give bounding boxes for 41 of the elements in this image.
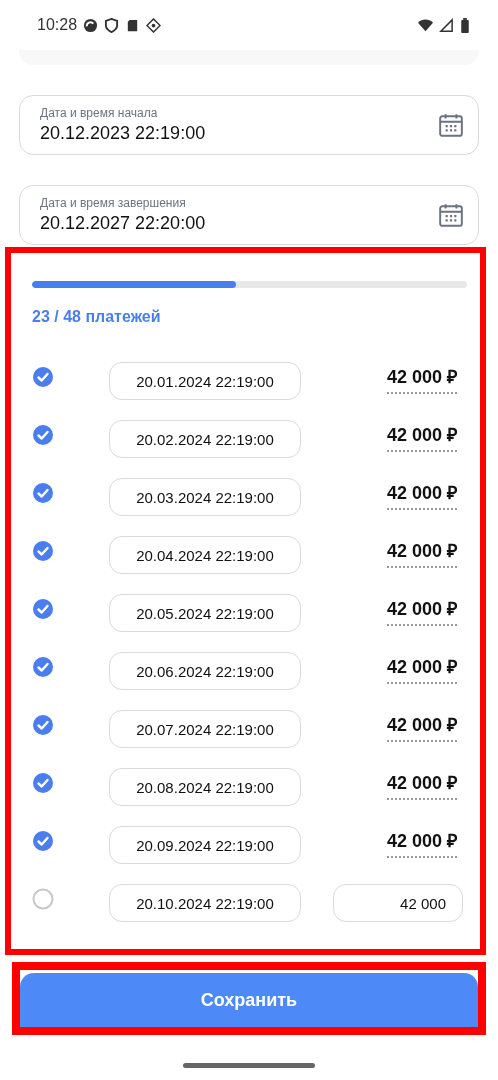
date-field[interactable]: 20.09.2024 22:19:00 [109,826,301,864]
date-field[interactable]: 20.10.2024 22:19:00 [109,884,301,922]
end-date-field[interactable]: Дата и время завершения 20.12.2027 22:20:00 [19,185,479,245]
payment-amount[interactable]: 42 000 ₽ [386,770,457,800]
checked-circle-icon[interactable] [32,366,54,388]
calendar-icon[interactable] [438,202,464,228]
date-field[interactable]: 20.05.2024 22:19:00 [109,594,301,632]
payment-amount[interactable]: 42 000 ₽ [386,712,457,742]
payment-amount[interactable]: 42 000 ₽ [386,654,457,684]
payment-amount[interactable]: 42 000 ₽ [386,596,457,626]
signal-icon [439,17,454,33]
start-date-field[interactable]: Дата и время начала 20.12.2023 22:19:00 [19,95,479,155]
sync-icon [83,17,99,33]
checked-circle-icon[interactable] [32,830,54,852]
date-field[interactable]: 20.08.2024 22:19:00 [109,768,301,806]
amount-field[interactable]: 42 000 [333,884,463,922]
payment-amount[interactable]: 42 000 ₽ [386,364,457,394]
date-field[interactable]: 20.01.2024 22:19:00 [109,362,301,400]
payments-count: 23 / 48 платежей [32,308,162,326]
date-field[interactable]: 20.02.2024 22:19:00 [109,420,301,458]
checked-circle-icon[interactable] [32,714,54,736]
payment-amount[interactable]: 42 000 ₽ [386,828,457,858]
checked-circle-icon[interactable] [32,482,54,504]
checked-circle-icon[interactable] [32,424,54,446]
checked-circle-icon[interactable] [32,772,54,794]
status-time: 10:28 [37,16,78,34]
wifi-icon [418,17,433,33]
checked-circle-icon[interactable] [32,656,54,678]
date-field[interactable]: 20.07.2024 22:19:00 [109,710,301,748]
date-field[interactable]: 20.03.2024 22:19:00 [109,478,301,516]
checked-circle-icon[interactable] [32,540,54,562]
date-field[interactable]: 20.06.2024 22:19:00 [109,652,301,690]
diamond-icon [146,17,162,33]
date-field[interactable]: 20.04.2024 22:19:00 [109,536,301,574]
payment-amount[interactable]: 42 000 ₽ [386,480,457,510]
checked-circle-icon[interactable] [32,598,54,620]
battery-icon [460,17,470,33]
payment-amount[interactable]: 42 000 ₽ [386,422,457,452]
calendar-icon[interactable] [438,112,464,138]
shield-icon [104,17,120,33]
payment-amount[interactable]: 42 000 ₽ [386,538,457,568]
